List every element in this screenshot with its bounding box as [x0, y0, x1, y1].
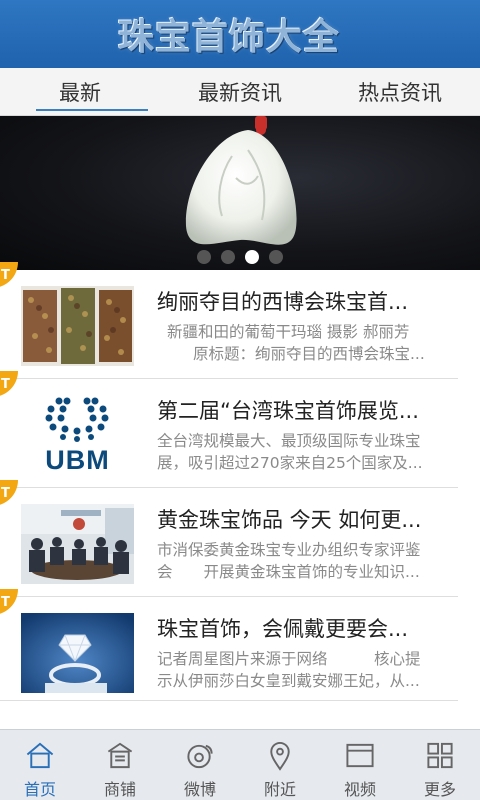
nav-weibo[interactable]: 微博 [160, 730, 240, 800]
article-summary: 记者周星图片来源于网络 核心提 示从伊丽莎白女皇到戴安娜王妃，从... [157, 648, 457, 692]
nav-nearby[interactable]: 附近 [240, 730, 320, 800]
nav-shop[interactable]: 商铺 [80, 730, 160, 800]
carousel-dot[interactable] [269, 250, 283, 264]
tab-hot-news[interactable]: 热点资讯 [320, 68, 480, 115]
list-item[interactable]: T 绚丽夺目的西博会珠宝首... 新疆和田的葡萄干玛瑙 摄影 郝丽芳 原标题：绚… [0, 262, 458, 379]
home-icon [26, 742, 54, 769]
top-badge: T [0, 589, 18, 615]
more-grid-icon [427, 742, 453, 769]
article-summary: 市消保委黄金珠宝专业办组织专家评鉴 会 开展黄金珠宝首饰的专业知识... [157, 539, 457, 583]
bottom-navigation: 首页 商铺 微博 附近 视频 更多 [0, 729, 480, 800]
app-title: 珠宝首饰大全 [118, 16, 341, 58]
article-thumbnail-diamond-ring [21, 613, 134, 693]
banner-jade-pendant-image [185, 116, 297, 245]
article-summary-line: 原标题：绚丽夺目的西博会珠宝... [193, 345, 425, 363]
article-thumbnail-ubm-logo: UBM [21, 395, 134, 475]
article-summary: 新疆和田的葡萄干玛瑙 摄影 郝丽芳 原标题：绚丽夺目的西博会珠宝... [157, 321, 457, 365]
article-summary-line: 会 开展黄金珠宝首饰的专业知识... [157, 563, 420, 581]
article-title[interactable]: 绚丽夺目的西博会珠宝首... [157, 286, 449, 316]
list-item[interactable]: T UBM 第二届“台湾珠宝首饰展览... 全台湾规模最大、最顶级国际专业珠宝 … [0, 371, 458, 488]
article-title[interactable]: 第二届“台湾珠宝首饰展览... [157, 395, 449, 425]
tab-latest-news[interactable]: 最新资讯 [160, 68, 320, 115]
article-summary-line: 新疆和田的葡萄干玛瑙 摄影 郝丽芳 [167, 323, 410, 341]
shop-icon [107, 742, 133, 769]
article-list: T 绚丽夺目的西博会珠宝首... 新疆和田的葡萄干玛瑙 摄影 郝丽芳 原标题：绚… [0, 262, 480, 701]
article-title[interactable]: 珠宝首饰，会佩戴更要会... [157, 613, 449, 643]
article-thumbnail-gemstones [21, 286, 134, 366]
nav-more[interactable]: 更多 [400, 730, 480, 800]
article-title[interactable]: 黄金珠宝饰品 今天 如何更... [157, 504, 449, 534]
nav-home[interactable]: 首页 [0, 730, 80, 800]
location-icon [270, 741, 290, 771]
carousel-dot[interactable] [197, 250, 211, 264]
tab-bar: 最新 最新资讯 热点资讯 [0, 68, 480, 116]
ubm-logo-text: UBM [45, 445, 110, 475]
list-item[interactable]: T 珠宝首饰，会佩戴更要会... 记者周星图片来源于网络 核心提 示从伊丽莎白女… [0, 589, 458, 701]
list-item[interactable]: T 黄金珠宝饰品 今天 如何更... 市消保委黄金珠宝专业办组织专家评鉴 会 开… [0, 480, 458, 597]
nav-home-label: 首页 [23, 780, 56, 799]
top-badge: T [0, 480, 18, 506]
top-badge: T [0, 262, 18, 288]
nav-video[interactable]: 视频 [320, 730, 400, 800]
weibo-icon [187, 744, 213, 769]
tab-latest[interactable]: 最新 [0, 68, 160, 115]
article-summary-line: 市消保委黄金珠宝专业办组织专家评鉴 [157, 541, 421, 559]
carousel-indicator [0, 250, 480, 264]
nav-shop-label: 商铺 [103, 780, 136, 799]
nav-nearby-label: 附近 [263, 780, 296, 799]
article-summary-line: 全台湾规模最大、最顶级国际专业珠宝 [157, 432, 421, 450]
app-header: 珠宝首饰大全 [0, 0, 480, 68]
nav-video-label: 视频 [343, 780, 376, 799]
banner-carousel[interactable] [0, 116, 480, 270]
article-summary-line: 记者周星图片来源于网络 核心提 [157, 650, 421, 668]
carousel-dot-active[interactable] [245, 250, 259, 264]
article-thumbnail-meeting [21, 504, 134, 584]
video-icon [346, 743, 374, 768]
article-summary-line: 示从伊丽莎白女皇到戴安娜王妃，从... [157, 672, 420, 690]
article-summary-line: 展，吸引超过270家来自25个国家及... [157, 454, 423, 472]
carousel-dot[interactable] [221, 250, 235, 264]
article-summary: 全台湾规模最大、最顶级国际专业珠宝 展，吸引超过270家来自25个国家及... [157, 430, 457, 474]
nav-weibo-label: 微博 [183, 780, 216, 799]
nav-more-label: 更多 [423, 780, 456, 799]
top-badge: T [0, 371, 18, 397]
